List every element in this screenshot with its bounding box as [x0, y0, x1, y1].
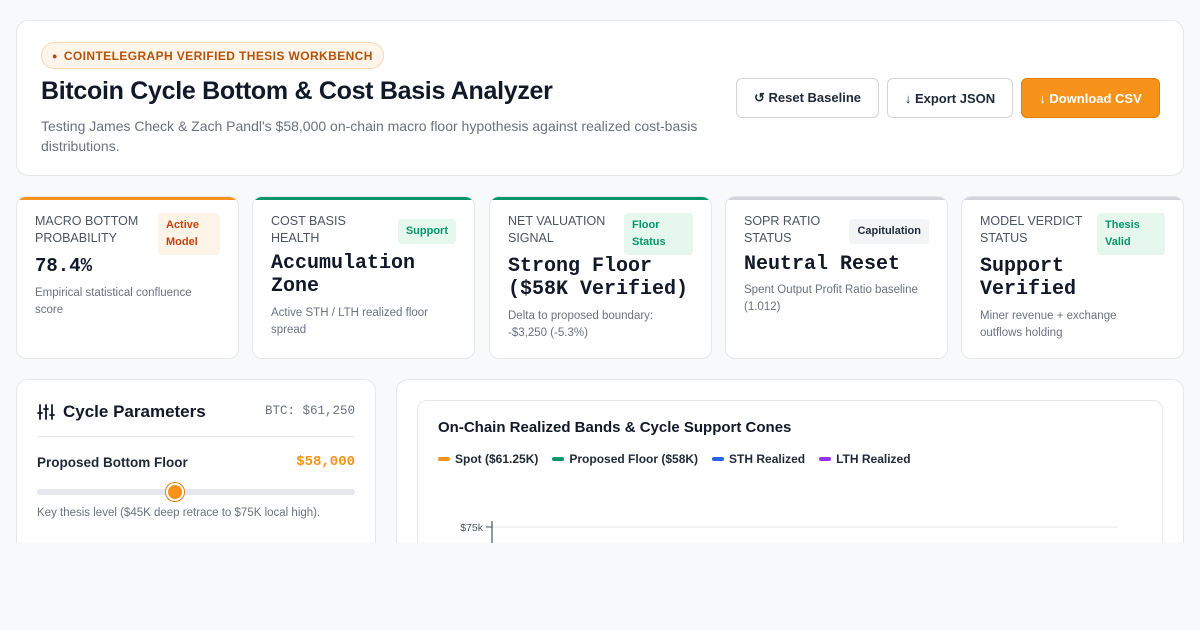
floor-value: $58,000 — [296, 454, 355, 470]
legend-label: STH Realized — [729, 452, 806, 466]
header-card: ● COINTELEGRAPH VERIFIED THESIS WORKBENC… — [16, 20, 1184, 176]
metric-accent-bar — [490, 197, 711, 200]
page-title: Bitcoin Cycle Bottom & Cost Basis Analyz… — [41, 77, 553, 105]
metric-label: MODEL VERDICT STATUS — [980, 214, 1083, 245]
download-csv-button[interactable]: ↓ Download CSV — [1021, 78, 1160, 118]
badge-label: COINTELEGRAPH VERIFIED THESIS WORKBENCH — [63, 48, 373, 63]
metric-tag: Thesis Valid — [1097, 213, 1165, 255]
metric-description: Active STH / LTH realized floor spread — [271, 307, 429, 336]
metric-accent-bar — [17, 197, 238, 200]
metric-description: Miner revenue + exchange outflows holdin… — [980, 310, 1117, 339]
metric-value: Neutral Reset — [744, 253, 901, 276]
reset-baseline-button[interactable]: ↺ Reset Baseline — [736, 78, 879, 118]
page-background-fill — [0, 543, 1200, 630]
metric-card-cost-basis: COST BASIS HEALTH Support Accumulation Z… — [252, 196, 475, 359]
legend-item-lth[interactable]: LTH Realized — [819, 452, 911, 466]
badge-dot-icon: ● — [52, 50, 58, 61]
legend-swatch — [552, 457, 565, 461]
legend-item-sth[interactable]: STH Realized — [712, 452, 805, 466]
metric-description: Empirical statistical confluence score — [35, 287, 192, 316]
floor-hint: Key thesis level ($45K deep retrace to $… — [37, 507, 321, 519]
legend-swatch — [819, 457, 832, 461]
legend-item-floor[interactable]: Proposed Floor ($58K) — [552, 452, 698, 466]
floor-slider-track[interactable] — [37, 489, 355, 495]
chart-legend: Spot ($61.25K) Proposed Floor ($58K) STH… — [438, 452, 911, 466]
metric-accent-bar — [726, 197, 947, 200]
metric-label: COST BASIS HEALTH — [271, 214, 346, 245]
metric-card-net-valuation: NET VALUATION SIGNAL Floor Status Strong… — [489, 196, 712, 359]
metric-card-model-verdict: MODEL VERDICT STATUS Thesis Valid Suppor… — [961, 196, 1184, 359]
metric-value: Accumulation Zone — [271, 252, 416, 298]
metric-tag: Active Model — [158, 213, 220, 255]
metric-value: Support Verified — [980, 255, 1077, 301]
legend-swatch — [438, 457, 450, 461]
sliders-icon — [37, 404, 55, 420]
floor-slider-thumb[interactable] — [165, 483, 184, 501]
metric-description: Delta to proposed boundary: -$3,250 (-5.… — [508, 310, 654, 339]
page-subtitle: Testing James Check & Zach Pandl's $58,0… — [41, 118, 698, 154]
metric-description: Spent Output Profit Ratio baseline (1.01… — [744, 284, 918, 313]
legend-label: LTH Realized — [836, 452, 911, 466]
metric-card-sopr: SOPR RATIO STATUS Capitulation Neutral R… — [725, 196, 948, 359]
metric-label: NET VALUATION SIGNAL — [508, 214, 606, 245]
btc-price-readout: BTC: $61,250 — [264, 404, 355, 418]
metric-value: 78.4% — [35, 255, 93, 277]
chart-title: On-Chain Realized Bands & Cycle Support … — [438, 419, 792, 436]
export-json-button[interactable]: ↓ Export JSON — [887, 78, 1013, 118]
legend-label: Proposed Floor ($58K) — [569, 452, 699, 466]
metric-label: MACRO BOTTOM PROBABILITY — [35, 214, 139, 245]
metric-accent-bar — [962, 197, 1183, 200]
metric-tag: Capitulation — [849, 219, 929, 244]
verified-badge: ● COINTELEGRAPH VERIFIED THESIS WORKBENC… — [41, 42, 384, 69]
floor-label: Proposed Bottom Floor — [37, 455, 188, 470]
metric-card-macro-bottom: MACRO BOTTOM PROBABILITY Active Model 78… — [16, 196, 239, 359]
legend-item-spot[interactable]: Spot ($61.25K) — [438, 452, 538, 466]
metric-tag: Support — [397, 219, 456, 244]
y-tick-label: $75k — [460, 522, 484, 534]
divider — [37, 436, 355, 437]
metric-tag: Floor Status — [624, 213, 693, 255]
legend-label: Spot ($61.25K) — [455, 452, 539, 466]
metric-value: Strong Floor ($58K Verified) — [508, 255, 689, 301]
legend-swatch — [712, 457, 725, 461]
metric-accent-bar — [253, 197, 474, 200]
metric-label: SOPR RATIO STATUS — [744, 214, 821, 245]
panel-title: Cycle Parameters — [63, 402, 206, 421]
